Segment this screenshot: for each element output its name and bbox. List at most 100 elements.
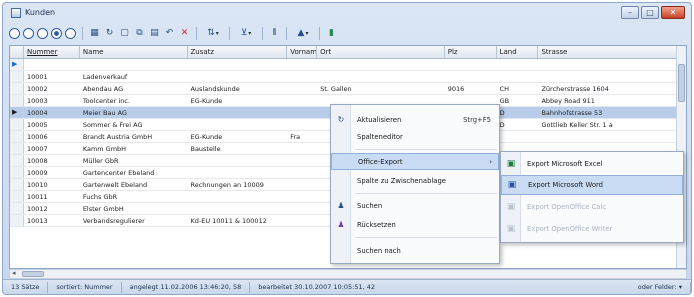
cell-vorname[interactable] [287, 191, 317, 202]
cell-zusatz[interactable] [187, 203, 287, 214]
cell-vorname[interactable] [287, 95, 317, 106]
cell-plz[interactable] [445, 71, 497, 82]
cell-nummer[interactable]: 10013 [24, 215, 80, 226]
column-header-name[interactable]: Name [80, 46, 188, 58]
print-icon[interactable]: ▤ [148, 27, 161, 40]
cell-vorname[interactable]: Fra [287, 131, 317, 142]
cell-zusatz[interactable]: Rechnungen an 10009 [187, 179, 287, 190]
cell-land[interactable]: D [497, 107, 539, 118]
cell-zusatz[interactable] [187, 191, 287, 202]
prev-record-icon[interactable] [23, 27, 34, 39]
cell-ort[interactable]: St. Gallen [317, 83, 445, 94]
fields-dropdown[interactable]: oder Felder: ▾ [630, 281, 691, 293]
cell-name[interactable]: Meier Bau AG [80, 107, 188, 118]
column-header-nummer[interactable]: Nummer [24, 46, 80, 58]
menu-item-export-oo-calc[interactable]: ▣ Export OpenOffice Calc [501, 197, 683, 217]
menu-item-search[interactable]: ♟ Suchen [331, 197, 499, 214]
maximize-button[interactable]: □ [641, 6, 659, 19]
cell-name[interactable]: Elster GmbH [80, 203, 188, 214]
horizontal-scrollbar[interactable]: ◂ [9, 269, 687, 279]
cell-name[interactable]: Ladenverkauf [80, 71, 188, 82]
cell-name[interactable]: Abendau AG [80, 83, 188, 94]
cell-zusatz[interactable]: EG-Kunde [187, 95, 287, 106]
next-record-icon[interactable] [51, 27, 62, 39]
cell-vorname[interactable] [287, 71, 317, 82]
cell-strasse[interactable]: Gottlieb Keller Str. 1 a [538, 119, 686, 130]
cell-ort[interactable] [317, 71, 445, 82]
first-record-icon[interactable] [9, 27, 20, 39]
cell-zusatz[interactable] [187, 71, 287, 82]
copy-icon[interactable]: ⧉ [133, 27, 146, 40]
cell-zusatz[interactable]: Kd-EU 10011 & 100012 [187, 215, 287, 226]
new-record-icon[interactable]: ▢ [118, 27, 131, 40]
cell-nummer[interactable]: 10007 [24, 143, 80, 154]
cell-zusatz[interactable] [187, 155, 287, 166]
cell-vorname[interactable] [287, 83, 317, 94]
table-row[interactable]: 10002 Abendau AG Auslandskunde St. Gallen 90… [10, 83, 686, 95]
cell-vorname[interactable] [287, 119, 317, 130]
close-button[interactable]: ✕ [661, 6, 685, 19]
export-icon[interactable]: ▮ [325, 27, 338, 40]
cell-zusatz[interactable]: Auslandskunde [187, 83, 287, 94]
column-header-plz[interactable]: Plz [445, 46, 497, 58]
new-record-row[interactable]: ▶ [10, 59, 686, 71]
cell-name[interactable]: Müller GbR [80, 155, 188, 166]
cell-nummer[interactable]: 10002 [24, 83, 80, 94]
cell-strasse[interactable] [538, 71, 686, 82]
cell-vorname[interactable] [287, 215, 317, 226]
cell-name[interactable]: Verbandsregulierer [80, 215, 188, 226]
cell-nummer[interactable]: 10005 [24, 119, 80, 130]
cell-nummer[interactable]: 10001 [24, 71, 80, 82]
sort-icon[interactable]: ⇅ ▾ [202, 27, 224, 40]
cell-vorname[interactable] [287, 155, 317, 166]
column-header-vorname[interactable]: Vorname [287, 46, 318, 58]
cell-name[interactable]: Gartencenter Ebeland [80, 167, 188, 178]
scroll-left-icon[interactable]: ◂ [12, 269, 16, 277]
cell-nummer[interactable]: 10004 [24, 107, 80, 118]
filter-icon[interactable]: ⊻ ▾ [235, 27, 257, 40]
cell-nummer[interactable]: 10012 [24, 203, 80, 214]
cell-vorname[interactable] [287, 107, 317, 118]
cell-zusatz[interactable] [187, 167, 287, 178]
cell-strasse[interactable]: Abbey Road 911 [538, 95, 686, 106]
cell-nummer[interactable]: 10010 [24, 179, 80, 190]
cell-nummer[interactable]: 10011 [24, 191, 80, 202]
undo-icon[interactable]: ↶ [163, 27, 176, 40]
cell-land[interactable]: GB [497, 95, 539, 106]
column-header-zusatz[interactable]: Zusatz [188, 46, 288, 58]
column-icon[interactable]: ⫴ [268, 27, 281, 40]
delete-icon[interactable]: ✕ [178, 27, 191, 40]
chart-icon[interactable]: ▲ ▾ [292, 27, 314, 40]
table-row[interactable]: 10001 Ladenverkauf [10, 71, 686, 83]
cell-nummer[interactable]: 10009 [24, 167, 80, 178]
menu-item-column-editor[interactable]: Spalteneditor [331, 128, 499, 145]
menu-item-search-for[interactable]: Suchen nach [331, 242, 499, 259]
cell-land[interactable] [497, 131, 539, 142]
cell-strasse[interactable]: Bahnhofstrasse 53 [538, 107, 686, 118]
cell-nummer[interactable]: 10006 [24, 131, 80, 142]
cell-name[interactable]: Kamm GmbH [80, 143, 188, 154]
cell-zusatz[interactable] [187, 119, 287, 130]
cell-name[interactable]: Toolcenter inc. [80, 95, 188, 106]
cell-nummer[interactable]: 10008 [24, 155, 80, 166]
refresh-icon[interactable]: ↻ [103, 27, 116, 40]
minimize-button[interactable]: – [621, 6, 639, 19]
cell-vorname[interactable] [287, 143, 317, 154]
cell-nummer[interactable]: 10003 [24, 95, 80, 106]
cell-zusatz[interactable] [187, 107, 287, 118]
menu-item-reset[interactable]: ♟ Rücksetzen [331, 216, 499, 233]
menu-item-export-oo-writer[interactable]: ▣ Export OpenOffice Writer [501, 219, 683, 239]
menu-item-refresh[interactable]: ↻ Aktualisieren Strg+F5 [331, 111, 499, 128]
cell-zusatz[interactable]: EG-Kunde [187, 131, 287, 142]
cell-land[interactable] [497, 71, 539, 82]
last-record-icon[interactable] [65, 27, 76, 39]
cell-vorname[interactable] [287, 179, 317, 190]
cell-land[interactable]: CH [497, 83, 539, 94]
cell-strasse[interactable]: Zürcherstrasse 1604 [538, 83, 686, 94]
menu-item-office-export[interactable]: Office-Export › [331, 153, 499, 170]
cell-name[interactable]: Brandt Austria GmbH [80, 131, 188, 142]
cell-plz[interactable]: 9016 [445, 83, 497, 94]
cell-name[interactable]: Fuchs GbR [80, 191, 188, 202]
cell-zusatz[interactable]: Baustelle [187, 143, 287, 154]
cell-vorname[interactable] [287, 203, 317, 214]
